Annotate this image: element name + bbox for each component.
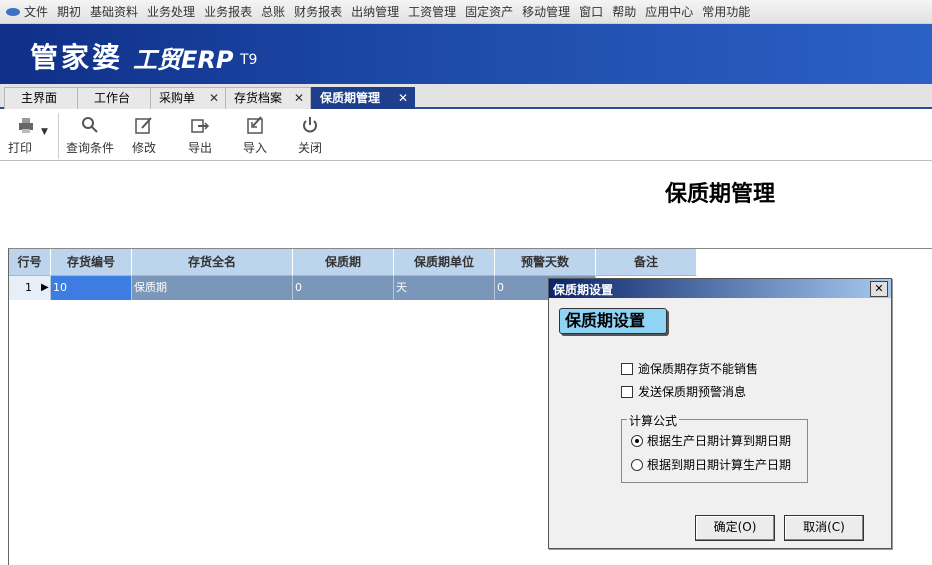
- close-icon[interactable]: ✕: [870, 281, 888, 297]
- menu-bar: 文件 期初 基础资料 业务处理 业务报表 总账 财务报表 出纳管理 工资管理 固…: [0, 0, 932, 24]
- menu-item-app-center[interactable]: 应用中心: [645, 0, 693, 24]
- menu-item-cashier[interactable]: 出纳管理: [351, 0, 399, 24]
- tab-label: 主界面: [21, 91, 58, 105]
- radio-by-production-date[interactable]: [631, 435, 643, 447]
- dialog-titlebar[interactable]: 保质期设置 ✕: [549, 279, 891, 298]
- query-condition-button[interactable]: 查询条件: [62, 115, 118, 155]
- close-icon[interactable]: ✕: [398, 88, 408, 108]
- toolbar-separator: [58, 113, 59, 159]
- tab-label: 保质期管理: [320, 91, 381, 105]
- close-icon[interactable]: ✕: [209, 88, 219, 108]
- app-logo-icon: [6, 7, 20, 16]
- menu-item-business[interactable]: 业务处理: [147, 0, 195, 24]
- tab-purchase-order[interactable]: 采购单 ✕: [150, 87, 226, 109]
- tab-shelf-life[interactable]: 保质期管理 ✕: [311, 87, 415, 109]
- import-label: 导入: [242, 141, 267, 155]
- edit-icon: [134, 115, 154, 137]
- dialog-heading: 保质期设置: [559, 308, 667, 334]
- tab-workbench[interactable]: 工作台: [77, 87, 151, 109]
- brand-logo: 管家婆: [30, 41, 124, 74]
- tab-label: 存货档案: [234, 91, 283, 105]
- column-header[interactable]: 备注: [596, 249, 697, 276]
- menu-item-file[interactable]: 文件: [24, 0, 48, 24]
- row-pointer-icon: ▶: [41, 282, 49, 293]
- column-header[interactable]: 存货全名: [132, 249, 293, 276]
- export-icon: [190, 115, 210, 137]
- formula-legend: 计算公式: [627, 412, 680, 429]
- ok-button[interactable]: 确定(O): [695, 515, 775, 541]
- menu-item-fixed-assets[interactable]: 固定资产: [465, 0, 513, 24]
- close-button[interactable]: 关闭: [292, 115, 328, 155]
- tab-label: 采购单: [159, 91, 196, 105]
- cell-item-name[interactable]: 保质期: [132, 276, 293, 300]
- menu-item-business-reports[interactable]: 业务报表: [204, 0, 252, 24]
- menu-item-payroll[interactable]: 工资管理: [408, 0, 456, 24]
- radio-by-expiry-date[interactable]: [631, 459, 643, 471]
- tab-inventory-file[interactable]: 存货档案 ✕: [225, 87, 311, 109]
- menu-item-financial-reports[interactable]: 财务报表: [294, 0, 342, 24]
- print-button[interactable]: 打印: [6, 115, 46, 155]
- tab-bar: 主界面 工作台 采购单 ✕ 存货档案 ✕ 保质期管理 ✕: [0, 84, 932, 109]
- brand-banner: 管家婆 工贸ERP T9: [0, 24, 932, 84]
- close-label: 关闭: [297, 141, 322, 155]
- import-button[interactable]: 导入: [237, 115, 273, 155]
- column-header[interactable]: 行号: [9, 249, 51, 276]
- print-label: 打印: [8, 141, 33, 155]
- column-header[interactable]: 预警天数: [495, 249, 596, 276]
- menu-item-common[interactable]: 常用功能: [702, 0, 750, 24]
- close-icon[interactable]: ✕: [294, 88, 304, 108]
- edit-label: 修改: [131, 141, 156, 155]
- send-warning-checkbox[interactable]: [621, 386, 633, 398]
- row-number-text: 1: [25, 281, 32, 294]
- chevron-down-icon[interactable]: ▼: [41, 127, 48, 137]
- radio-by-production-date-label[interactable]: 根据生产日期计算到期日期: [647, 432, 791, 449]
- no-sale-expired-checkbox[interactable]: [621, 363, 633, 375]
- export-button[interactable]: 导出: [182, 115, 218, 155]
- cell-item-code[interactable]: 10: [51, 276, 132, 300]
- printer-icon: [16, 115, 36, 137]
- toolbar: 打印 ▼ 查询条件 修改 导出 导入 关闭: [0, 111, 932, 161]
- cell-shelf-life-unit[interactable]: 天: [394, 276, 495, 300]
- menu-item-basic-data[interactable]: 基础资料: [90, 0, 138, 24]
- import-icon: [245, 115, 265, 137]
- shelf-life-settings-dialog: 保质期设置 ✕ 保质期设置 逾保质期存货不能销售 发送保质期预警消息 计算公式 …: [548, 278, 892, 549]
- product-name: 工贸ERP: [133, 46, 234, 74]
- send-warning-label[interactable]: 发送保质期预警消息: [638, 383, 746, 400]
- no-sale-expired-label[interactable]: 逾保质期存货不能销售: [638, 360, 758, 377]
- dialog-title: 保质期设置: [553, 283, 614, 297]
- menu-item-window[interactable]: 窗口: [579, 0, 603, 24]
- product-version: T9: [240, 52, 258, 68]
- query-condition-label: 查询条件: [65, 141, 114, 155]
- row-number: 1 ▶: [9, 276, 51, 300]
- export-label: 导出: [187, 141, 212, 155]
- search-icon: [80, 115, 100, 137]
- cancel-button[interactable]: 取消(C): [784, 515, 864, 541]
- power-icon: [300, 115, 320, 137]
- tab-label: 工作台: [94, 91, 131, 105]
- column-header[interactable]: 存货编号: [51, 249, 132, 276]
- menu-item-ledger[interactable]: 总账: [261, 0, 285, 24]
- grid-header: 行号 存货编号 存货全名 保质期 保质期单位 预警天数 备注: [9, 249, 697, 276]
- page-title: 保质期管理: [664, 182, 775, 207]
- menu-item-opening[interactable]: 期初: [57, 0, 81, 24]
- edit-button[interactable]: 修改: [126, 115, 162, 155]
- menu-item-help[interactable]: 帮助: [612, 0, 636, 24]
- menu-item-mobile[interactable]: 移动管理: [522, 0, 570, 24]
- cell-shelf-life[interactable]: 0: [293, 276, 394, 300]
- column-header[interactable]: 保质期单位: [394, 249, 495, 276]
- radio-by-expiry-date-label[interactable]: 根据到期日期计算生产日期: [647, 456, 791, 473]
- tab-main[interactable]: 主界面: [4, 87, 78, 109]
- table-row[interactable]: 1 ▶ 10 保质期 0 天 0: [9, 276, 596, 300]
- column-header[interactable]: 保质期: [293, 249, 394, 276]
